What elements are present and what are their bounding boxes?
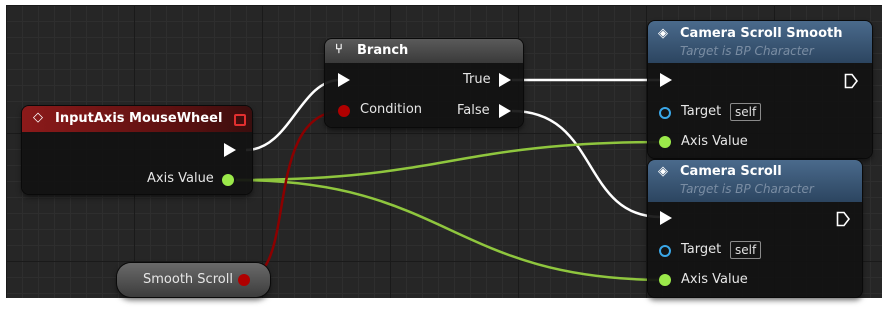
exec-out-pin[interactable] bbox=[224, 143, 236, 157]
diamond-event-icon: ◇ bbox=[33, 110, 43, 125]
axis-value-out-pin[interactable] bbox=[222, 174, 234, 186]
camera-scroll-node[interactable]: ◈ Camera Scroll Target is BP Character T… bbox=[648, 160, 862, 297]
axis-value-label: Axis Value bbox=[681, 134, 748, 149]
target-label: Target bbox=[681, 104, 722, 119]
exec-in-pin[interactable] bbox=[660, 211, 672, 225]
condition-in-pin[interactable] bbox=[338, 105, 350, 117]
true-label: True bbox=[463, 72, 491, 87]
node-subtitle: Target is BP Character bbox=[680, 44, 814, 58]
camera-scroll-smooth-node[interactable]: ◈ Camera Scroll Smooth Target is BP Char… bbox=[648, 21, 872, 158]
input-axis-node[interactable]: ◇ InputAxis MouseWheel Axis Value bbox=[22, 106, 252, 194]
target-in-pin[interactable] bbox=[659, 245, 671, 257]
smooth-scroll-out-pin[interactable] bbox=[238, 274, 250, 286]
axis-value-in-pin[interactable] bbox=[659, 274, 671, 286]
false-label: False bbox=[457, 103, 490, 118]
branch-icon: ⑂ bbox=[335, 42, 343, 57]
node-title: Branch bbox=[357, 43, 409, 58]
camera-scroll-header: ◈ Camera Scroll Target is BP Character bbox=[648, 160, 862, 202]
target-self-field[interactable]: self bbox=[730, 103, 762, 121]
false-exec-out-pin[interactable] bbox=[499, 104, 511, 118]
axis-value-in-pin[interactable] bbox=[659, 136, 671, 148]
exec-out-pin[interactable] bbox=[836, 211, 850, 227]
exec-in-pin[interactable] bbox=[660, 73, 672, 87]
exec-out-pin[interactable] bbox=[844, 73, 858, 89]
target-label: Target bbox=[681, 242, 722, 257]
exec-in-pin[interactable] bbox=[338, 73, 350, 87]
variable-label: Smooth Scroll bbox=[143, 272, 233, 287]
branch-header: ⑂ Branch bbox=[325, 39, 523, 63]
node-title: InputAxis MouseWheel bbox=[55, 111, 223, 126]
function-icon: ◈ bbox=[658, 26, 668, 41]
function-icon: ◈ bbox=[658, 164, 668, 179]
input-axis-header: ◇ InputAxis MouseWheel bbox=[22, 106, 252, 132]
axis-value-label: Axis Value bbox=[147, 171, 214, 186]
target-self-field[interactable]: self bbox=[730, 241, 762, 259]
node-title: Camera Scroll bbox=[680, 164, 782, 179]
output-delegate-icon[interactable] bbox=[234, 114, 246, 126]
condition-label: Condition bbox=[360, 102, 423, 117]
axis-value-label: Axis Value bbox=[681, 272, 748, 287]
target-in-pin[interactable] bbox=[659, 107, 671, 119]
branch-node[interactable]: ⑂ Branch True Condition False bbox=[325, 39, 523, 127]
smooth-scroll-variable-node[interactable]: Smooth Scroll bbox=[117, 263, 270, 297]
true-exec-out-pin[interactable] bbox=[499, 73, 511, 87]
node-title: Camera Scroll Smooth bbox=[680, 26, 843, 41]
camera-scroll-smooth-header: ◈ Camera Scroll Smooth Target is BP Char… bbox=[648, 21, 872, 63]
node-subtitle: Target is BP Character bbox=[680, 182, 814, 196]
